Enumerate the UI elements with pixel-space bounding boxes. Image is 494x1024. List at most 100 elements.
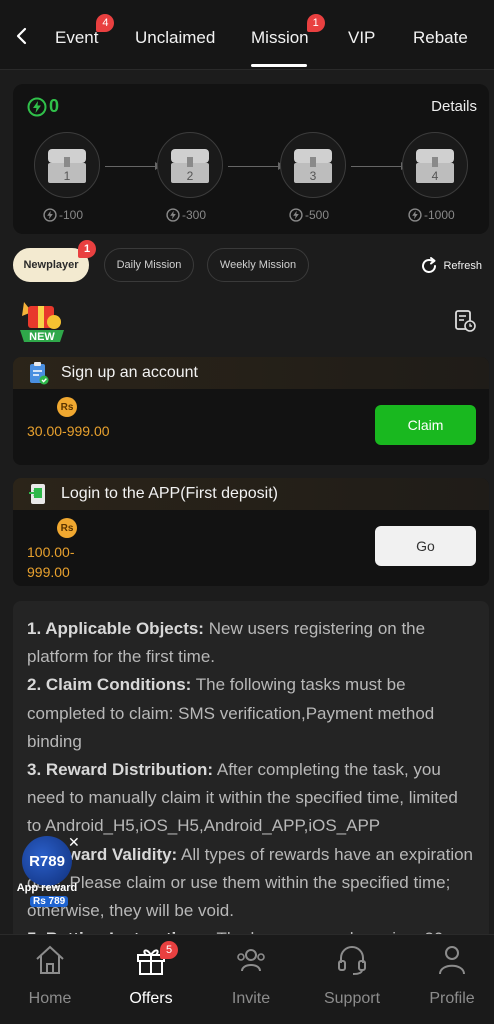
home-icon [36,945,64,974]
chest-requirement: -300 [166,208,206,222]
chest-icon: 1 [48,149,86,183]
treasure-chest-2[interactable]: 2 [157,132,223,198]
tab-label: Event [55,28,99,47]
notification-badge: 5 [160,941,178,959]
pill-label: Daily Mission [116,259,182,271]
chest-number: 2 [187,169,194,183]
chest-number: 1 [64,169,71,183]
task-body: Rs 30.00-999.00 Claim [13,389,489,465]
notification-badge: 1 [306,14,325,32]
tab-unclaimed[interactable]: Unclaimed [135,28,215,48]
go-button[interactable]: Go [375,526,476,566]
nav-label: Support [323,990,381,1007]
chest-requirement-value: -1000 [424,208,455,222]
bottom-navigation: Home 5 Offers Invite Support Profile [0,934,494,1024]
treasure-chest-1[interactable]: 1 [34,132,100,198]
chest-progress-card: 0 Details 1 2 3 4 -100 -300 -500 -1000 [13,84,489,234]
nav-support[interactable]: Support [307,943,397,1008]
person-icon [439,946,465,975]
chest-number: 4 [432,169,439,183]
ad-label: App reward [16,882,78,894]
treasure-chest-4[interactable]: 4 [402,132,468,198]
refresh-button[interactable]: Refresh [419,256,482,276]
download-app-icon [29,484,45,504]
task-title: Login to the APP(First deposit) [61,485,278,502]
notification-badge: 4 [96,14,115,32]
tab-label: Unclaimed [135,28,216,47]
nav-label: Offers [129,990,173,1007]
new-player-gift-icon: NEW [20,302,64,343]
lightning-icon [289,208,303,222]
ad-sub-label: Rs 789 [30,896,69,907]
rupee-coin-icon: Rs [57,397,77,417]
tab-rebate[interactable]: Rebate [413,28,468,48]
rules-panel: 1. Applicable Objects: New users registe… [13,601,489,941]
chest-icon: 4 [416,149,454,183]
clipboard-check-icon [30,362,49,385]
people-icon [237,949,265,972]
r789-logo: R789 [22,836,72,886]
treasure-chest-3[interactable]: 3 [280,132,346,198]
tab-event[interactable]: Event 4 [55,14,115,48]
reward-amount: 100.00-999.00 [27,544,75,580]
task-header: Login to the APP(First deposit) [13,478,489,510]
top-tab-bar: Event 4 Unclaimed Mission 1 VIP Rebate [0,0,494,70]
close-icon[interactable]: ✕ [68,834,80,851]
chest-requirement: -1000 [408,208,455,222]
rule-heading: 3. Reward Distribution: [27,760,214,780]
pill-label: Weekly Mission [219,259,297,271]
tab-label: VIP [348,28,376,47]
nav-profile[interactable]: Profile [407,943,494,1008]
details-link[interactable]: Details [431,98,477,115]
lightning-icon [27,97,47,116]
refresh-label: Refresh [443,260,482,272]
reward-amount: 30.00-999.00 [27,423,110,439]
progress-arrow [105,162,162,170]
task-body: Rs 100.00-999.00 Go [13,510,489,586]
notification-badge: 1 [78,240,96,258]
task-history-icon[interactable] [454,309,476,333]
nav-invite[interactable]: Invite [206,943,296,1008]
rule-item: 3. Reward Distribution: After completing… [27,756,475,841]
chest-requirement: -100 [43,208,83,222]
lightning-icon [166,208,180,222]
lightning-icon [408,208,422,222]
rule-heading: 2. Claim Conditions: [27,675,192,695]
tab-label: Mission [251,28,309,47]
bolt-count-value: 0 [49,96,60,116]
chest-number: 3 [310,169,317,183]
chest-icon: 3 [294,149,332,183]
chest-requirement-value: -100 [59,208,84,222]
active-tab-indicator [251,64,307,67]
pill-label: Newplayer [23,259,79,271]
tab-label: Rebate [413,28,468,47]
task-card-signup: Sign up an account Rs 30.00-999.00 Claim [13,357,489,465]
tab-daily-mission[interactable]: Daily Mission [104,248,194,282]
rule-item: 2. Claim Conditions: The following tasks… [27,671,475,756]
ad-logo-text: R789 [29,852,65,870]
task-header: Sign up an account [13,357,489,389]
new-badge-text: NEW [29,331,55,343]
tab-vip[interactable]: VIP [348,28,375,48]
chest-icon: 2 [171,149,209,183]
rupee-coin-icon: Rs [57,518,77,538]
nav-home[interactable]: Home [5,943,95,1008]
tab-weekly-mission[interactable]: Weekly Mission [207,248,309,282]
rule-item: 1. Applicable Objects: New users registe… [27,615,475,671]
task-title: Sign up an account [61,364,198,381]
claim-button[interactable]: Claim [375,405,476,445]
chest-requirement-value: -500 [305,208,330,222]
bolt-counter: 0 [27,96,59,117]
back-arrow-icon[interactable] [10,24,34,48]
floating-app-reward-ad[interactable]: R789 ✕ App reward Rs 789 [10,834,84,910]
nav-label: Profile [429,990,475,1007]
task-card-login-app: Login to the APP(First deposit) Rs 100.0… [13,478,489,586]
tab-mission[interactable]: Mission 1 [251,14,325,48]
chest-requirement: -500 [289,208,329,222]
chest-requirement-value: -300 [182,208,207,222]
progress-arrow [228,162,285,170]
tab-newplayer[interactable]: Newplayer 1 [13,240,96,282]
nav-label: Home [28,990,72,1007]
refresh-icon [422,257,437,273]
nav-offers[interactable]: 5 Offers [106,941,196,1008]
